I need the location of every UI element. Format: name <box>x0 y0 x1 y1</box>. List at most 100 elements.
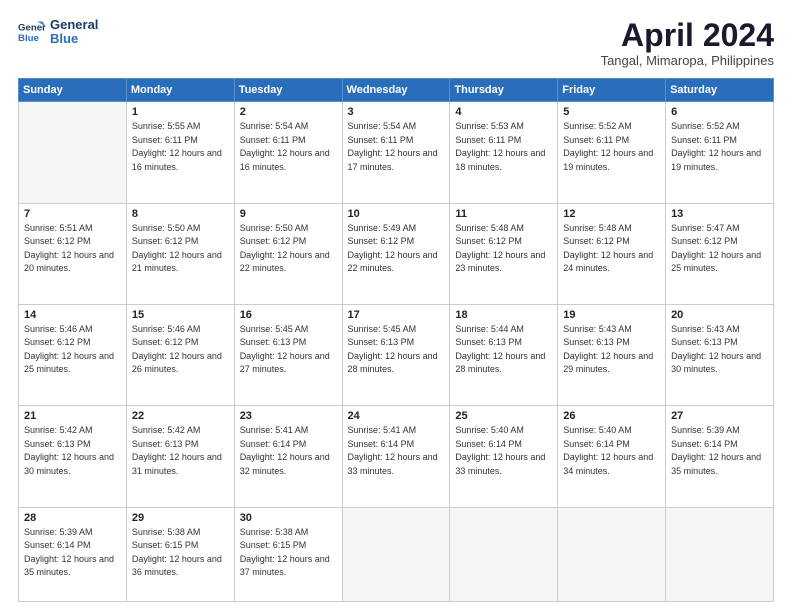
day-info: Sunrise: 5:50 AMSunset: 6:12 PMDaylight:… <box>240 222 337 276</box>
calendar-cell: 13 Sunrise: 5:47 AMSunset: 6:12 PMDaylig… <box>666 203 774 304</box>
day-info: Sunrise: 5:54 AMSunset: 6:11 PMDaylight:… <box>240 120 337 174</box>
calendar-table: SundayMondayTuesdayWednesdayThursdayFrid… <box>18 78 774 602</box>
day-number: 8 <box>132 208 229 220</box>
day-number: 15 <box>132 309 229 321</box>
calendar-cell: 24 Sunrise: 5:41 AMSunset: 6:14 PMDaylig… <box>342 406 450 507</box>
calendar-cell <box>342 507 450 601</box>
day-info: Sunrise: 5:43 AMSunset: 6:13 PMDaylight:… <box>671 323 768 377</box>
day-info: Sunrise: 5:45 AMSunset: 6:13 PMDaylight:… <box>240 323 337 377</box>
calendar-cell: 29 Sunrise: 5:38 AMSunset: 6:15 PMDaylig… <box>126 507 234 601</box>
calendar-cell: 21 Sunrise: 5:42 AMSunset: 6:13 PMDaylig… <box>19 406 127 507</box>
day-number: 26 <box>563 410 660 422</box>
calendar-cell: 26 Sunrise: 5:40 AMSunset: 6:14 PMDaylig… <box>558 406 666 507</box>
day-info: Sunrise: 5:47 AMSunset: 6:12 PMDaylight:… <box>671 222 768 276</box>
day-number: 14 <box>24 309 121 321</box>
calendar-cell: 14 Sunrise: 5:46 AMSunset: 6:12 PMDaylig… <box>19 304 127 405</box>
calendar-cell: 2 Sunrise: 5:54 AMSunset: 6:11 PMDayligh… <box>234 102 342 203</box>
logo-blue: Blue <box>50 32 98 46</box>
day-number: 4 <box>455 106 552 118</box>
day-number: 24 <box>348 410 445 422</box>
calendar-cell: 18 Sunrise: 5:44 AMSunset: 6:13 PMDaylig… <box>450 304 558 405</box>
day-number: 19 <box>563 309 660 321</box>
day-info: Sunrise: 5:55 AMSunset: 6:11 PMDaylight:… <box>132 120 229 174</box>
calendar-cell: 15 Sunrise: 5:46 AMSunset: 6:12 PMDaylig… <box>126 304 234 405</box>
calendar-cell: 3 Sunrise: 5:54 AMSunset: 6:11 PMDayligh… <box>342 102 450 203</box>
calendar-cell: 25 Sunrise: 5:40 AMSunset: 6:14 PMDaylig… <box>450 406 558 507</box>
day-number: 12 <box>563 208 660 220</box>
calendar-cell: 11 Sunrise: 5:48 AMSunset: 6:12 PMDaylig… <box>450 203 558 304</box>
day-number: 5 <box>563 106 660 118</box>
day-info: Sunrise: 5:46 AMSunset: 6:12 PMDaylight:… <box>24 323 121 377</box>
calendar-cell: 10 Sunrise: 5:49 AMSunset: 6:12 PMDaylig… <box>342 203 450 304</box>
day-info: Sunrise: 5:43 AMSunset: 6:13 PMDaylight:… <box>563 323 660 377</box>
day-info: Sunrise: 5:41 AMSunset: 6:14 PMDaylight:… <box>240 424 337 478</box>
day-number: 22 <box>132 410 229 422</box>
title-block: April 2024 Tangal, Mimaropa, Philippines <box>601 18 774 68</box>
calendar-cell: 19 Sunrise: 5:43 AMSunset: 6:13 PMDaylig… <box>558 304 666 405</box>
calendar-cell: 9 Sunrise: 5:50 AMSunset: 6:12 PMDayligh… <box>234 203 342 304</box>
calendar-cell: 30 Sunrise: 5:38 AMSunset: 6:15 PMDaylig… <box>234 507 342 601</box>
day-number: 13 <box>671 208 768 220</box>
calendar-cell: 8 Sunrise: 5:50 AMSunset: 6:12 PMDayligh… <box>126 203 234 304</box>
day-number: 30 <box>240 512 337 524</box>
header: General Blue General Blue April 2024 Tan… <box>18 18 774 68</box>
weekday-header-saturday: Saturday <box>666 79 774 102</box>
weekday-header-thursday: Thursday <box>450 79 558 102</box>
calendar-cell: 22 Sunrise: 5:42 AMSunset: 6:13 PMDaylig… <box>126 406 234 507</box>
calendar-cell: 7 Sunrise: 5:51 AMSunset: 6:12 PMDayligh… <box>19 203 127 304</box>
weekday-header-wednesday: Wednesday <box>342 79 450 102</box>
calendar-cell: 4 Sunrise: 5:53 AMSunset: 6:11 PMDayligh… <box>450 102 558 203</box>
month-title: April 2024 <box>601 18 774 53</box>
calendar-cell: 23 Sunrise: 5:41 AMSunset: 6:14 PMDaylig… <box>234 406 342 507</box>
logo-icon: General Blue <box>18 18 46 46</box>
calendar-cell: 20 Sunrise: 5:43 AMSunset: 6:13 PMDaylig… <box>666 304 774 405</box>
day-info: Sunrise: 5:38 AMSunset: 6:15 PMDaylight:… <box>132 526 229 580</box>
calendar-cell: 16 Sunrise: 5:45 AMSunset: 6:13 PMDaylig… <box>234 304 342 405</box>
day-info: Sunrise: 5:46 AMSunset: 6:12 PMDaylight:… <box>132 323 229 377</box>
weekday-header-sunday: Sunday <box>19 79 127 102</box>
weekday-header-monday: Monday <box>126 79 234 102</box>
svg-text:Blue: Blue <box>18 33 39 44</box>
weekday-header-friday: Friday <box>558 79 666 102</box>
day-number: 17 <box>348 309 445 321</box>
day-info: Sunrise: 5:51 AMSunset: 6:12 PMDaylight:… <box>24 222 121 276</box>
logo: General Blue General Blue <box>18 18 98 47</box>
calendar-cell <box>666 507 774 601</box>
day-info: Sunrise: 5:39 AMSunset: 6:14 PMDaylight:… <box>671 424 768 478</box>
logo-general: General <box>50 18 98 32</box>
day-info: Sunrise: 5:48 AMSunset: 6:12 PMDaylight:… <box>455 222 552 276</box>
day-number: 3 <box>348 106 445 118</box>
calendar-cell: 12 Sunrise: 5:48 AMSunset: 6:12 PMDaylig… <box>558 203 666 304</box>
day-number: 9 <box>240 208 337 220</box>
day-number: 11 <box>455 208 552 220</box>
page: General Blue General Blue April 2024 Tan… <box>0 0 792 612</box>
day-number: 1 <box>132 106 229 118</box>
day-number: 6 <box>671 106 768 118</box>
calendar-cell: 28 Sunrise: 5:39 AMSunset: 6:14 PMDaylig… <box>19 507 127 601</box>
day-info: Sunrise: 5:52 AMSunset: 6:11 PMDaylight:… <box>563 120 660 174</box>
calendar-cell: 1 Sunrise: 5:55 AMSunset: 6:11 PMDayligh… <box>126 102 234 203</box>
day-info: Sunrise: 5:53 AMSunset: 6:11 PMDaylight:… <box>455 120 552 174</box>
day-info: Sunrise: 5:38 AMSunset: 6:15 PMDaylight:… <box>240 526 337 580</box>
day-number: 27 <box>671 410 768 422</box>
day-number: 2 <box>240 106 337 118</box>
calendar-cell <box>19 102 127 203</box>
day-info: Sunrise: 5:41 AMSunset: 6:14 PMDaylight:… <box>348 424 445 478</box>
day-info: Sunrise: 5:52 AMSunset: 6:11 PMDaylight:… <box>671 120 768 174</box>
day-number: 25 <box>455 410 552 422</box>
calendar-cell <box>558 507 666 601</box>
calendar-cell: 6 Sunrise: 5:52 AMSunset: 6:11 PMDayligh… <box>666 102 774 203</box>
day-info: Sunrise: 5:45 AMSunset: 6:13 PMDaylight:… <box>348 323 445 377</box>
day-number: 21 <box>24 410 121 422</box>
day-info: Sunrise: 5:49 AMSunset: 6:12 PMDaylight:… <box>348 222 445 276</box>
day-info: Sunrise: 5:40 AMSunset: 6:14 PMDaylight:… <box>455 424 552 478</box>
day-number: 23 <box>240 410 337 422</box>
day-info: Sunrise: 5:42 AMSunset: 6:13 PMDaylight:… <box>24 424 121 478</box>
day-number: 29 <box>132 512 229 524</box>
day-info: Sunrise: 5:40 AMSunset: 6:14 PMDaylight:… <box>563 424 660 478</box>
day-info: Sunrise: 5:48 AMSunset: 6:12 PMDaylight:… <box>563 222 660 276</box>
location-subtitle: Tangal, Mimaropa, Philippines <box>601 53 774 68</box>
day-number: 16 <box>240 309 337 321</box>
calendar-cell: 5 Sunrise: 5:52 AMSunset: 6:11 PMDayligh… <box>558 102 666 203</box>
day-number: 10 <box>348 208 445 220</box>
